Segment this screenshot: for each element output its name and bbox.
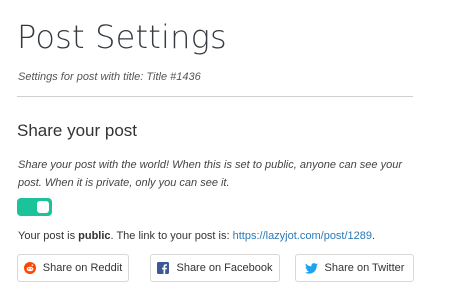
share-section-description: Share your post with the world! When thi…: [18, 159, 402, 189]
share-on-reddit-button[interactable]: Share on Reddit: [17, 254, 129, 282]
page-title: Post Settings: [17, 18, 227, 56]
facebook-icon: [157, 262, 170, 274]
share-on-facebook-label: Share on Facebook: [176, 262, 273, 274]
status-value: public: [78, 230, 111, 242]
public-visibility-toggle[interactable]: [17, 198, 52, 216]
status-suffix: .: [372, 230, 376, 242]
toggle-knob: [37, 201, 49, 213]
share-on-facebook-button[interactable]: Share on Facebook: [150, 254, 280, 282]
post-link[interactable]: https://lazyjot.com/post/1289: [233, 230, 372, 242]
share-on-twitter-label: Share on Twitter: [324, 262, 405, 274]
twitter-icon: [304, 262, 318, 274]
status-middle: . The link to your post is:: [110, 230, 233, 242]
share-on-twitter-button[interactable]: Share on Twitter: [295, 254, 414, 282]
status-prefix: Your post is: [18, 230, 79, 242]
post-settings-page: Post Settings Settings for post with tit…: [0, 0, 450, 294]
share-section-title: Share your post: [17, 121, 138, 140]
visibility-status: Your post is public. The link to your po…: [18, 228, 375, 244]
share-on-reddit-label: Share on Reddit: [42, 262, 123, 274]
page-subtitle: Settings for post with title: Title #143…: [18, 71, 201, 83]
header-divider: [17, 96, 413, 97]
reddit-icon: [23, 262, 36, 274]
